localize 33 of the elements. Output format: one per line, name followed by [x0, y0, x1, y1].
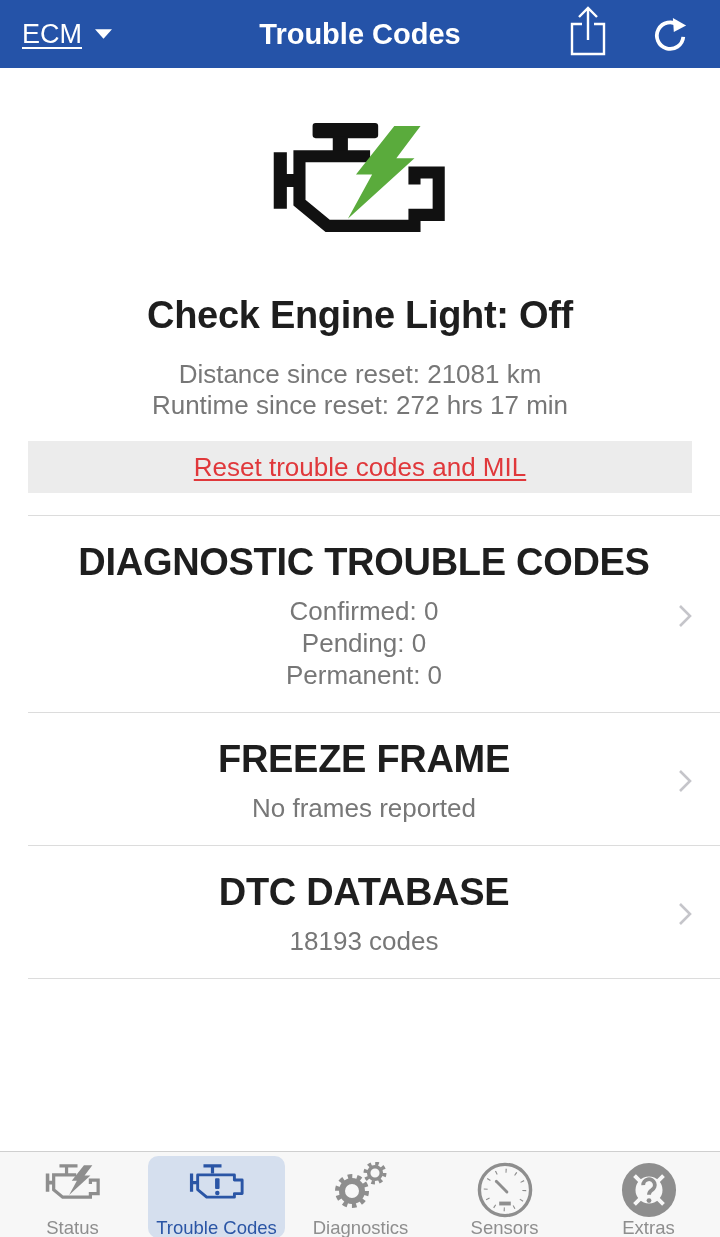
- section-detail: Pending: 0: [301, 627, 427, 659]
- tab[interactable]: Trouble Codes: [148, 1156, 285, 1237]
- section-detail: Permanent: 0: [285, 659, 443, 691]
- share-icon[interactable]: [570, 6, 606, 56]
- section-heading: FREEZE FRAME: [218, 738, 510, 780]
- caret-icon: [95, 29, 112, 39]
- section-heading: DIAGNOSTIC TROUBLE CODES: [78, 541, 650, 583]
- tab[interactable]: Diagnostics: [292, 1156, 429, 1237]
- menu-row[interactable]: DIAGNOSTIC TROUBLE CODES Confirmed: 0 Pending: 0 Permanent: 0: [28, 516, 720, 713]
- tab[interactable]: Extras: [580, 1156, 717, 1237]
- section-detail: Confirmed: 0: [289, 595, 439, 627]
- screen-title: Trouble Codes: [259, 17, 461, 51]
- reset-info-text: Distance since reset: 21081 km: [178, 359, 542, 390]
- section-detail: 18193 codes: [289, 925, 439, 957]
- menu-row[interactable]: DTC DATABASE 18193 codes: [28, 846, 720, 979]
- menu-row[interactable]: FREEZE FRAME No frames reported: [28, 713, 720, 846]
- module-selector[interactable]: ECM: [22, 18, 112, 50]
- chevron-icon: [678, 769, 692, 793]
- chevron-icon: [678, 902, 692, 926]
- engine-alert-icon: [187, 1162, 246, 1202]
- check-engine-status: Check Engine Light: Off: [147, 293, 573, 337]
- section-detail: No frames reported: [252, 792, 476, 824]
- engine-bolt-icon: [43, 1162, 102, 1202]
- chevron-icon: [678, 604, 692, 628]
- engine-bolt-icon: [273, 122, 447, 235]
- section-heading: DTC DATABASE: [218, 871, 510, 913]
- lifebuoy-help-icon: [620, 1162, 677, 1218]
- tab[interactable]: Status: [4, 1156, 141, 1237]
- gauge-icon: [476, 1162, 533, 1218]
- reset-info-text: Runtime since reset: 272 hrs 17 min: [151, 390, 569, 421]
- tab[interactable]: Sensors: [436, 1156, 573, 1237]
- refresh-icon[interactable]: [654, 16, 688, 52]
- reset-button[interactable]: Reset trouble codes and MIL: [28, 441, 692, 493]
